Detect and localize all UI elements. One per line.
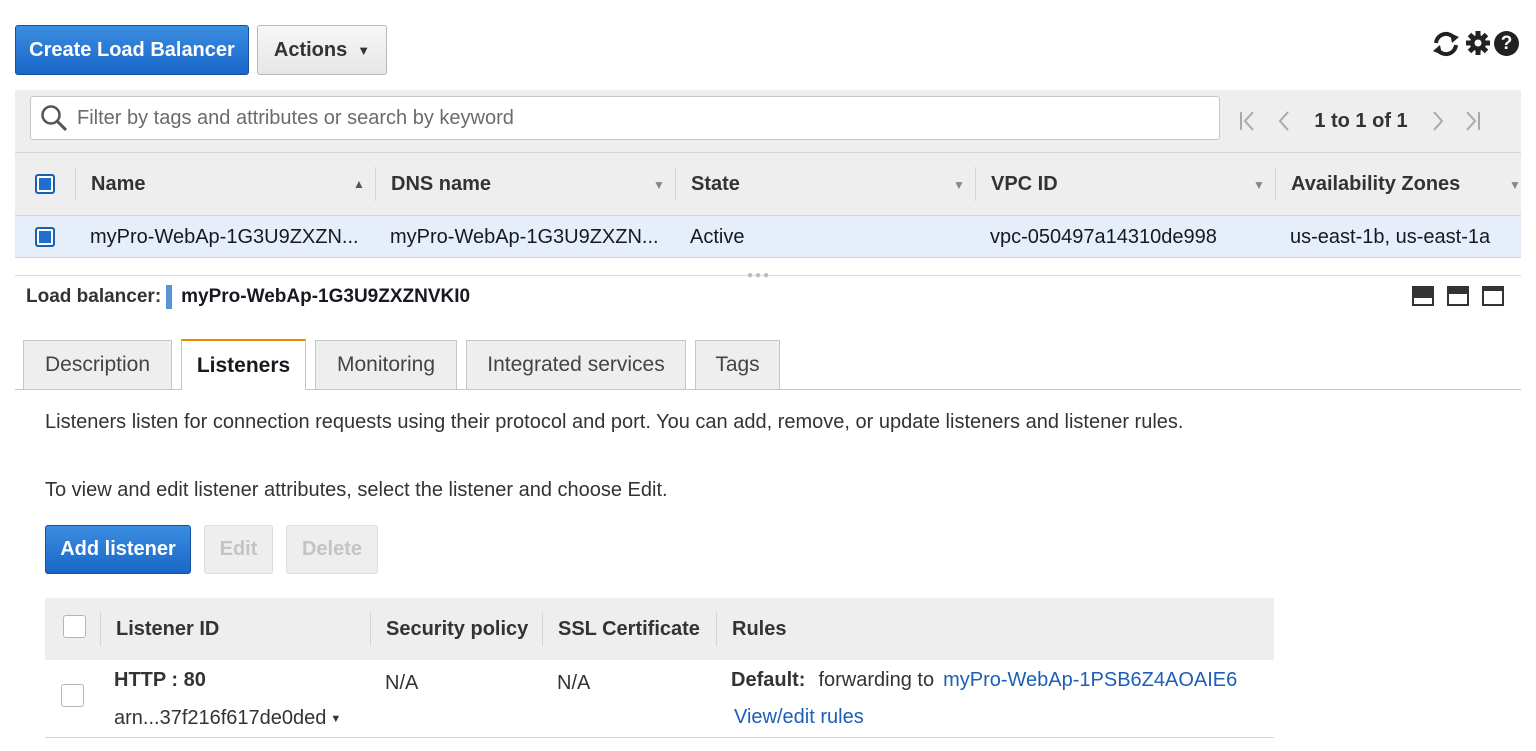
sort-ascending-icon[interactable]: ▲ [353,177,365,191]
sort-icon[interactable]: ▼ [1509,178,1521,192]
row-checkbox[interactable] [35,227,55,247]
cell-vpc: vpc-050497a14310de998 [990,225,1217,248]
column-header-state[interactable]: State [691,153,971,215]
detail-header: Load balancer: myPro-WebAp-1G3U9ZXZNVKI0 [26,284,470,310]
tab-listeners[interactable]: Listeners [181,339,306,390]
edit-listener-button[interactable]: Edit [204,525,273,574]
detail-name: myPro-WebAp-1G3U9ZXZNVKI0 [181,286,471,307]
listener-ssl-certificate: N/A [557,672,591,694]
split-divider[interactable]: ●●● [15,258,1521,281]
first-page-icon[interactable] [1238,108,1258,134]
listeners-intro: Listeners listen for connection requests… [45,411,1184,433]
add-listener-button[interactable]: Add listener [45,525,191,574]
default-label: Default: [731,669,806,691]
column-label: Name [91,172,146,195]
active-tab-gap [182,388,305,391]
sort-icon[interactable]: ▼ [1253,178,1265,192]
actions-label: Actions [273,38,348,61]
table-header: Name ▲ DNS name ▼ State ▼ VPC ID ▼ Avail… [15,152,1521,216]
sort-icon[interactable]: ▼ [953,178,965,192]
detail-label: Load balancer: [26,286,162,307]
create-load-balancer-button[interactable]: Create Load Balancer [15,25,249,75]
help-icon[interactable]: ? [1494,31,1519,56]
column-header-dns[interactable]: DNS name [391,153,671,215]
cell-state: Active [690,225,745,248]
listener-default-rule: Default: forwarding to myPro-WebAp-1PSB6… [731,669,1237,692]
forwarding-text: forwarding to [818,669,935,691]
panel-top-icon[interactable] [1482,286,1504,306]
tab-tags[interactable]: Tags [695,340,780,389]
last-page-icon[interactable] [1462,108,1482,134]
tab-integrated-services[interactable]: Integrated services [466,340,686,389]
column-label: VPC ID [991,172,1058,195]
panel-split-icon[interactable] [1447,286,1469,306]
cell-dns: myPro-WebAp-1G3U9ZXZN... [390,225,659,248]
search-box[interactable] [30,96,1220,140]
column-header-rules: Rules [732,617,787,640]
listener-table-header: Listener ID Security policy SSL Certific… [45,598,1274,660]
column-label: Availability Zones [1291,172,1461,195]
actions-dropdown-button[interactable]: Actions ▼ [257,25,387,75]
listener-select-all-checkbox[interactable] [63,615,86,638]
sort-icon[interactable]: ▼ [653,178,665,192]
view-edit-rules-link[interactable]: View/edit rules [734,706,864,729]
column-header-listener-id: Listener ID [116,617,220,640]
column-header-azs[interactable]: Availability Zones [1291,153,1511,215]
panel-bottom-icon[interactable] [1412,286,1434,306]
prev-page-icon[interactable] [1276,108,1292,134]
target-group-link[interactable]: myPro-WebAp-1PSB6Z4AOAIE6 [943,669,1237,692]
search-input[interactable] [75,105,1199,131]
listeners-hint: To view and edit listener attributes, se… [45,479,668,501]
listener-row-checkbox[interactable] [61,684,84,707]
listener-row[interactable]: HTTP : 80 arn...37f216f617de0ded ▼ N/A N… [45,660,1274,738]
listener-arn-text: arn...37f216f617de0ded [114,707,327,729]
next-page-icon[interactable] [1430,108,1446,134]
tab-monitoring[interactable]: Monitoring [315,340,457,389]
refresh-icon[interactable] [1430,28,1462,60]
select-all-checkbox[interactable] [35,174,55,194]
column-header-security-policy: Security policy [386,617,529,640]
listener-protocol-port: HTTP : 80 [114,669,206,691]
column-label: State [691,172,740,195]
column-header-ssl-certificate: SSL Certificate [558,617,700,640]
pagination-range: 1 to 1 of 1 [1314,109,1408,132]
cell-name: myPro-WebAp-1G3U9ZXZN... [90,225,359,248]
tab-description[interactable]: Description [23,340,172,389]
listener-arn[interactable]: arn...37f216f617de0ded ▼ [114,707,341,730]
cell-azs: us-east-1b, us-east-1a [1290,225,1491,248]
settings-gear-icon[interactable] [1465,30,1491,56]
chevron-down-icon: ▼ [357,42,371,58]
drag-handle-icon[interactable]: ●●● [747,270,771,281]
column-header-name[interactable]: Name [91,153,371,215]
detail-color-bar [166,285,173,309]
table-row[interactable]: myPro-WebAp-1G3U9ZXZN... myPro-WebAp-1G3… [15,216,1521,258]
search-icon [39,103,69,133]
caret-down-icon: ▼ [330,712,342,725]
column-header-vpc[interactable]: VPC ID [991,153,1271,215]
column-label: DNS name [391,172,492,195]
listener-security-policy: N/A [385,672,419,694]
delete-listener-button[interactable]: Delete [286,525,378,574]
